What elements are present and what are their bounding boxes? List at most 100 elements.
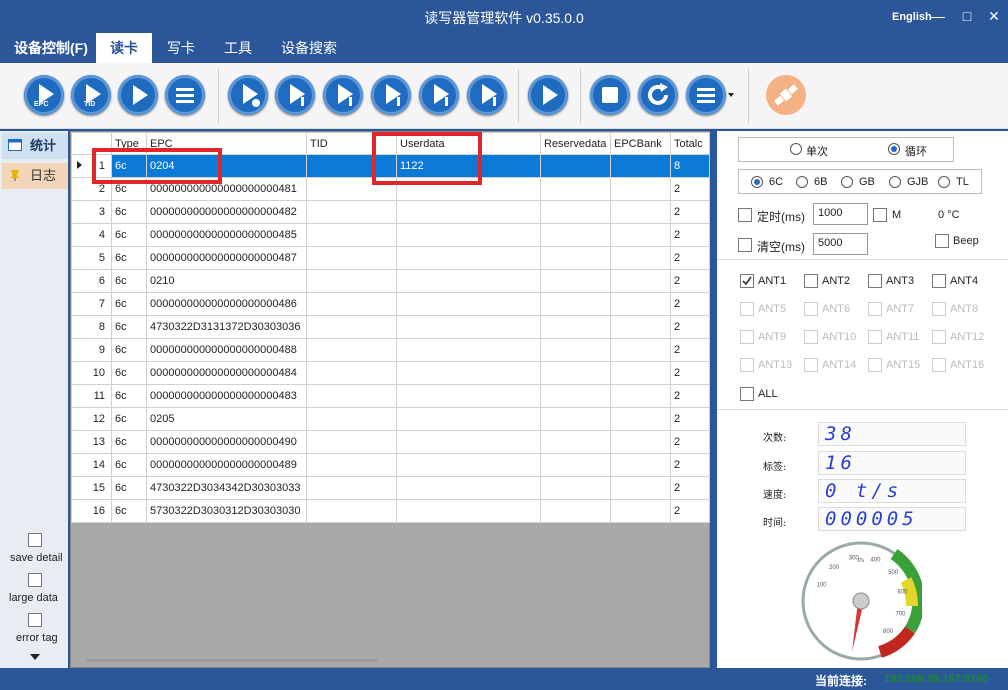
table-cell[interactable] [306, 246, 397, 270]
table-cell[interactable] [540, 384, 611, 408]
table-cell[interactable]: 2 [670, 430, 710, 454]
save-detail-checkbox[interactable] [28, 533, 42, 547]
table-cell[interactable] [610, 407, 671, 431]
table-cell[interactable]: 2 [670, 177, 710, 201]
table-cell[interactable] [396, 430, 541, 454]
menu-tools[interactable]: 工具 [210, 33, 266, 63]
table-cell[interactable]: 6c [111, 361, 147, 385]
table-cell[interactable] [306, 476, 397, 500]
table-cell[interactable]: 6c [111, 407, 147, 431]
table-row[interactable]: 3 6c 000000000000000000000482 2 [71, 200, 710, 224]
table-cell[interactable]: 6c [111, 453, 147, 477]
minimize-button[interactable]: — [928, 6, 948, 26]
all-checkbox[interactable] [740, 387, 754, 401]
stop-button[interactable] [590, 75, 630, 115]
table-cell[interactable] [396, 315, 541, 339]
m-checkbox[interactable] [873, 208, 887, 222]
chevron-down-icon[interactable] [30, 654, 40, 660]
table-cell[interactable]: 4730322D3034342D30303033 [146, 476, 307, 500]
table-row[interactable]: 6 6c 0210 2 [71, 269, 710, 293]
protocol-gb-radio[interactable] [841, 176, 853, 188]
table-cell[interactable] [306, 407, 397, 431]
menu-write-card[interactable]: 写卡 [153, 33, 209, 63]
table-cell[interactable] [306, 499, 397, 523]
maximize-button[interactable]: □ [957, 6, 977, 26]
table-cell[interactable]: 6c [111, 338, 147, 362]
antenna-checkbox[interactable] [868, 274, 882, 288]
table-row[interactable]: 5 6c 000000000000000000000487 2 [71, 246, 710, 270]
antenna-checkbox[interactable] [740, 274, 754, 288]
row-header[interactable]: 8 [71, 315, 112, 339]
table-cell[interactable]: 2 [670, 246, 710, 270]
play-button[interactable] [118, 75, 158, 115]
table-cell[interactable] [540, 499, 611, 523]
row-header[interactable]: 5 [71, 246, 112, 270]
nav-item-statistics[interactable]: 统计 [2, 133, 68, 159]
row-header[interactable]: 14 [71, 453, 112, 477]
table-cell[interactable]: 2 [670, 476, 710, 500]
row-header[interactable]: 4 [71, 223, 112, 247]
read-epc-button[interactable]: EPC [24, 75, 64, 115]
table-cell[interactable] [610, 223, 671, 247]
table-cell[interactable]: 000000000000000000000484 [146, 361, 307, 385]
row-header[interactable]: 15 [71, 476, 112, 500]
table-cell[interactable] [396, 407, 541, 431]
mode-loop-radio[interactable] [888, 143, 900, 155]
protocol-6b-radio[interactable] [796, 176, 808, 188]
table-cell[interactable]: 2 [670, 361, 710, 385]
table-cell[interactable]: 2 [670, 223, 710, 247]
table-cell[interactable]: 0205 [146, 407, 307, 431]
timing-checkbox[interactable] [738, 208, 752, 222]
table-cell[interactable] [610, 361, 671, 385]
table-row[interactable]: 11 6c 000000000000000000000483 2 [71, 384, 710, 408]
protocol-tl-radio[interactable] [938, 176, 950, 188]
table-row[interactable]: 4 6c 000000000000000000000485 2 [71, 223, 710, 247]
table-cell[interactable]: 2 [670, 499, 710, 523]
table-cell[interactable] [540, 361, 611, 385]
table-row[interactable]: 7 6c 000000000000000000000486 2 [71, 292, 710, 316]
table-cell[interactable]: 000000000000000000000487 [146, 246, 307, 270]
mode-single-radio[interactable] [790, 143, 802, 155]
table-cell[interactable]: 000000000000000000000490 [146, 430, 307, 454]
menu-device-control[interactable]: 设备控制(F) [0, 33, 102, 63]
horizontal-scrollbar[interactable] [87, 659, 377, 662]
table-cell[interactable] [306, 338, 397, 362]
table-cell[interactable] [306, 292, 397, 316]
table-row[interactable]: 12 6c 0205 2 [71, 407, 710, 431]
table-cell[interactable]: 6c [111, 292, 147, 316]
table-row[interactable]: 10 6c 000000000000000000000484 2 [71, 361, 710, 385]
table-cell[interactable] [540, 292, 611, 316]
menu-dropdown-button[interactable] [686, 75, 726, 115]
column-header[interactable]: Reservedata [540, 132, 611, 155]
row-header[interactable]: 7 [71, 292, 112, 316]
read-tid-button[interactable]: TID [71, 75, 111, 115]
table-cell[interactable]: 6c [111, 430, 147, 454]
table-cell[interactable]: 6c [111, 269, 147, 293]
table-cell[interactable]: 5730322D3030312D30303030 [146, 499, 307, 523]
temp-read-button-1[interactable] [275, 75, 315, 115]
language-switch[interactable]: English [892, 11, 932, 23]
table-cell[interactable]: 6c [111, 246, 147, 270]
row-header[interactable]: 10 [71, 361, 112, 385]
table-row[interactable]: 13 6c 000000000000000000000490 2 [71, 430, 710, 454]
table-cell[interactable] [306, 384, 397, 408]
table-cell[interactable] [306, 430, 397, 454]
row-header[interactable]: 11 [71, 384, 112, 408]
table-cell[interactable]: 6c [111, 315, 147, 339]
table-cell[interactable] [396, 361, 541, 385]
table-cell[interactable] [610, 430, 671, 454]
table-cell[interactable] [540, 453, 611, 477]
table-cell[interactable] [540, 407, 611, 431]
start-button[interactable] [528, 75, 568, 115]
tag-data-grid[interactable]: Type EPC TID Userdata Reservedata EPCBan… [70, 131, 710, 668]
table-cell[interactable] [540, 154, 611, 178]
protocol-6c-radio[interactable] [751, 176, 763, 188]
table-cell[interactable] [610, 338, 671, 362]
table-row[interactable]: 14 6c 000000000000000000000489 2 [71, 453, 710, 477]
table-cell[interactable]: 6c [111, 384, 147, 408]
table-cell[interactable] [396, 223, 541, 247]
table-cell[interactable]: 2 [670, 292, 710, 316]
table-cell[interactable]: 2 [670, 315, 710, 339]
satellite-button[interactable] [766, 75, 806, 115]
table-cell[interactable]: 2 [670, 338, 710, 362]
